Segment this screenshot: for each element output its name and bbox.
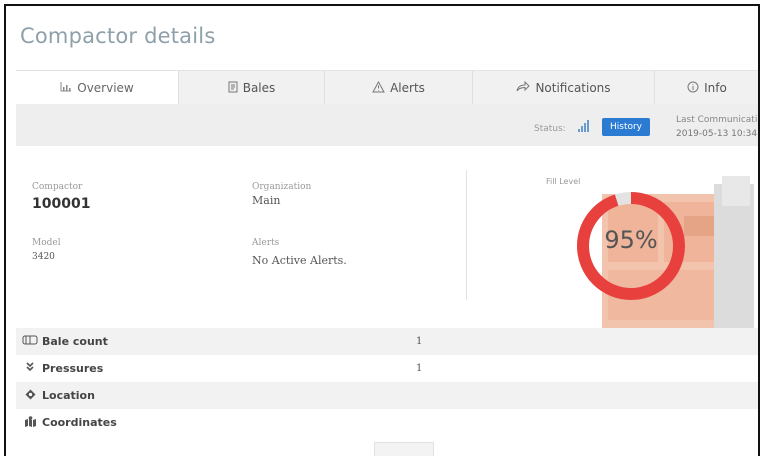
tab-label: Info <box>704 81 727 95</box>
alerts-label: Alerts <box>252 238 280 248</box>
row-label: Bale count <box>42 335 108 348</box>
alerts-value: No Active Alerts. <box>252 254 347 267</box>
list-item-location[interactable]: Location <box>16 382 758 409</box>
map-icon <box>20 415 40 430</box>
tab-label: Bales <box>242 81 276 95</box>
compactor-label: Compactor <box>32 182 83 192</box>
model-label: Model <box>32 238 61 248</box>
compactor-value: 100001 <box>32 196 91 212</box>
status-label: Status: <box>534 124 566 134</box>
divider <box>466 170 467 300</box>
list-item-pressures[interactable]: Pressures 1 <box>16 355 758 382</box>
row-value: 1 <box>416 363 423 374</box>
last-communication-label: Last Communicatio <box>676 115 760 125</box>
last-communication-value: 2019-05-13 10:34:5 <box>676 129 760 139</box>
row-label: Pressures <box>42 362 104 375</box>
page-title: Compactor details <box>20 24 216 48</box>
list-item-coordinates[interactable]: Coordinates <box>16 409 758 436</box>
status-bar: Status: History Last Communicatio 2019-0… <box>16 104 760 146</box>
app-frame: Compactor details Overview Bales Alerts … <box>4 4 760 456</box>
info-icon <box>687 81 699 96</box>
history-button[interactable]: History <box>602 118 650 136</box>
signal-icon <box>578 118 589 132</box>
row-label: Coordinates <box>42 416 117 429</box>
organization-value: Main <box>252 194 281 207</box>
organization-label: Organization <box>252 182 312 192</box>
fill-level-value: 95% <box>604 226 658 254</box>
document-icon <box>228 81 238 96</box>
tab-label: Overview <box>77 81 134 95</box>
details-panel: Compactor 100001 Model 3420 Organization… <box>16 146 758 328</box>
tab-overview[interactable]: Overview <box>16 71 179 105</box>
fill-level-label: Fill Level <box>546 177 581 186</box>
info-rows: Bale count 1 Pressures 1 Location Coordi… <box>16 328 758 436</box>
tab-alerts[interactable]: Alerts <box>325 71 473 105</box>
bale-icon <box>20 335 40 348</box>
location-icon <box>20 389 40 403</box>
warning-icon <box>372 80 385 96</box>
tab-bar: Overview Bales Alerts Notifications Info <box>16 70 758 105</box>
tab-label: Alerts <box>390 81 425 95</box>
row-value: 1 <box>416 336 423 347</box>
scroll-handle[interactable] <box>374 442 434 456</box>
chart-icon <box>60 81 72 95</box>
tab-notifications[interactable]: Notifications <box>473 71 655 105</box>
tab-bales[interactable]: Bales <box>179 71 325 105</box>
row-label: Location <box>42 389 95 402</box>
list-item-bale-count[interactable]: Bale count 1 <box>16 328 758 355</box>
tab-info[interactable]: Info <box>655 71 758 105</box>
chevron-double-down-icon <box>20 362 40 375</box>
tab-label: Notifications <box>535 81 611 95</box>
share-icon <box>516 80 531 95</box>
model-value: 3420 <box>32 252 55 262</box>
